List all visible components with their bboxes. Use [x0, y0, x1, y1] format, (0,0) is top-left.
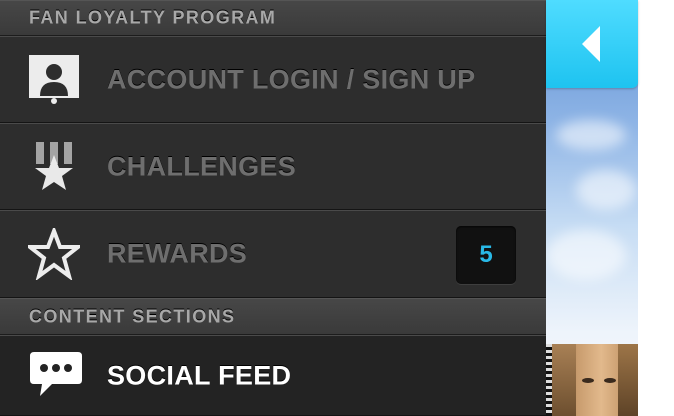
speech-bubble-icon [28, 350, 82, 402]
menu-item-rewards[interactable]: REWARDS 5 [0, 210, 546, 298]
section-header-content-sections: CONTENT SECTIONS [0, 298, 546, 335]
chevron-left-icon [582, 26, 600, 62]
menu-item-label: SOCIAL FEED [107, 360, 292, 390]
account-card-icon [28, 54, 80, 106]
side-menu: FAN LOYALTY PROGRAM ACCOUNT LOGIN / SIGN… [0, 0, 546, 416]
menu-item-label: ACCOUNT LOGIN / SIGN UP [107, 64, 476, 94]
menu-item-account-login[interactable]: ACCOUNT LOGIN / SIGN UP [0, 36, 546, 123]
menu-item-social-feed[interactable]: SOCIAL FEED [0, 335, 546, 416]
menu-item-label: REWARDS [107, 238, 248, 269]
section-header-label: FAN LOYALTY PROGRAM [29, 7, 277, 28]
feed-thumbnail-image[interactable] [546, 344, 638, 416]
menu-item-challenges[interactable]: CHALLENGES [0, 123, 546, 210]
rewards-count-badge: 5 [456, 226, 516, 284]
section-header-fan-loyalty: FAN LOYALTY PROGRAM [0, 0, 546, 36]
menu-item-label: CHALLENGES [107, 151, 297, 181]
back-button[interactable] [546, 0, 638, 88]
star-outline-icon [24, 225, 84, 282]
ribbon-star-icon [28, 141, 80, 193]
section-header-label: CONTENT SECTIONS [29, 306, 236, 326]
